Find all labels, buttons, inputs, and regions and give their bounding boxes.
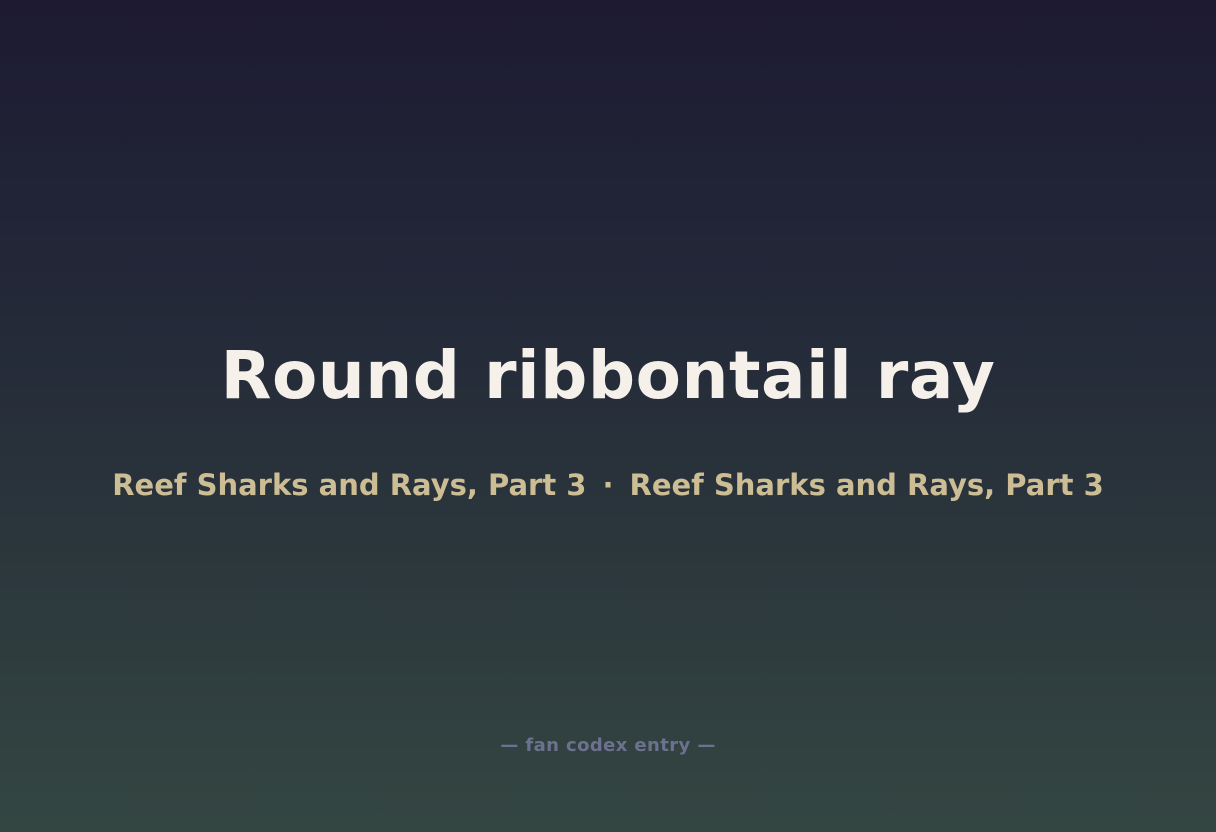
page-title: Round ribbontail ray: [220, 337, 996, 414]
footer-caption: — fan codex entry —: [500, 735, 716, 756]
subtitle-left: Reef Sharks and Rays, Part 3: [112, 468, 587, 502]
subtitle: Reef Sharks and Rays, Part 3 · Reef Sharks…: [0, 466, 1216, 504]
subtitle-right: Reef Sharks and Rays, Part 3: [629, 468, 1104, 502]
subtitle-separator: ·: [602, 468, 614, 502]
page: { "title": "Round ribbontail ray", "subt…: [0, 0, 1216, 832]
